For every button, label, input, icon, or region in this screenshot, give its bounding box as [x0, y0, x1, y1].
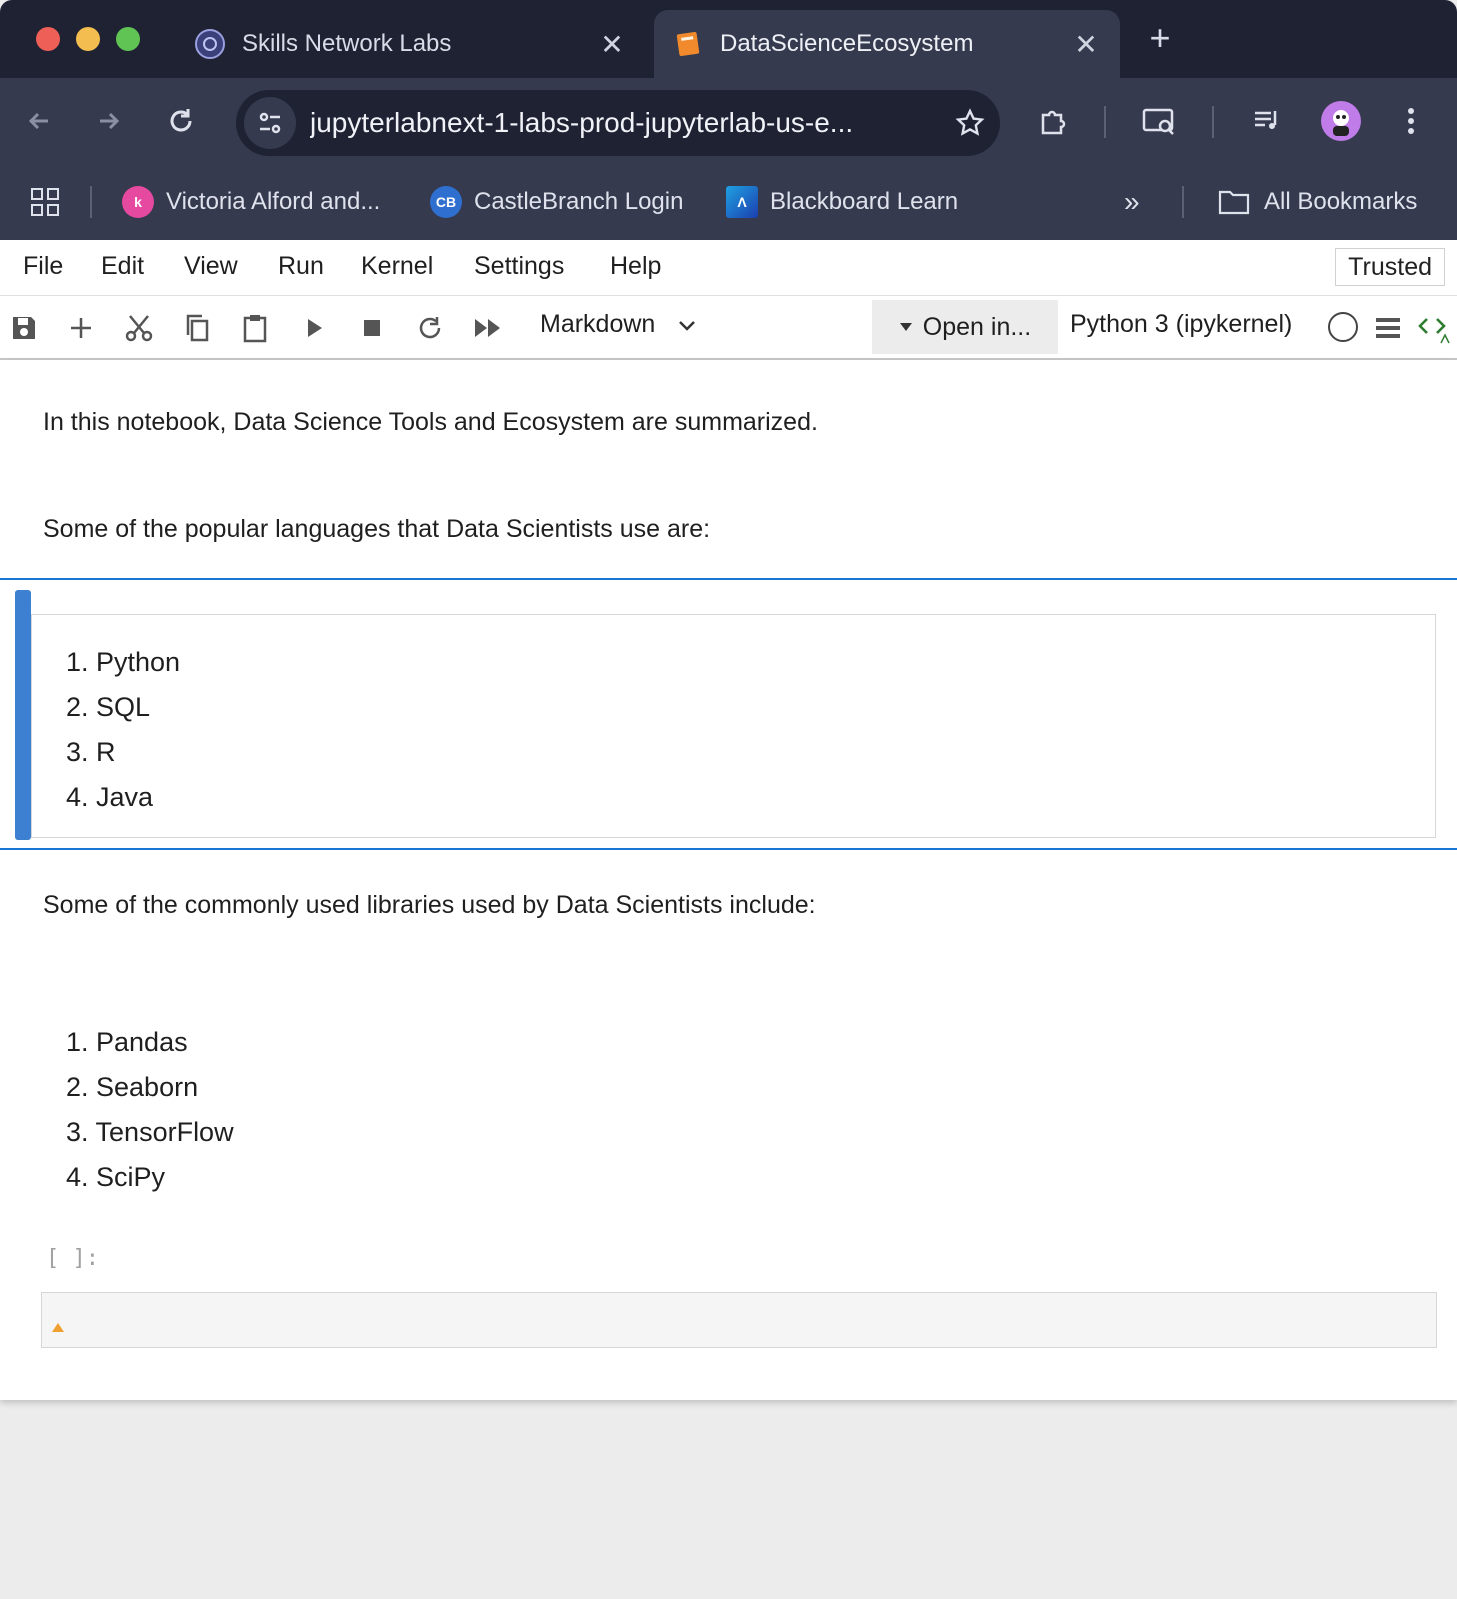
menu-run[interactable]: Run — [278, 252, 324, 281]
menu-edit[interactable]: Edit — [101, 252, 144, 281]
bookmarks-separator — [90, 186, 92, 218]
caret-down-icon — [899, 322, 913, 332]
cut-icon[interactable] — [119, 308, 159, 348]
property-inspector-icon[interactable] — [1368, 308, 1408, 348]
folder-icon — [1218, 188, 1250, 216]
markdown-libraries-heading: Some of the commonly used libraries used… — [43, 891, 816, 919]
list-item: 2. Seaborn — [66, 1072, 199, 1102]
tab-datascienceecosystem[interactable]: DataScienceEcosystem ✕ — [654, 10, 1120, 78]
media-controls-icon[interactable] — [1244, 98, 1290, 144]
search-tabs-icon[interactable] — [1136, 98, 1182, 144]
list-item: 4. SciPy — [66, 1162, 166, 1192]
code-brackets-icon[interactable] — [1416, 308, 1452, 348]
notebook-panel: In this notebook, Data Science Tools and… — [0, 360, 1457, 1400]
copy-icon[interactable] — [177, 308, 217, 348]
maximize-window-button[interactable] — [116, 27, 140, 51]
open-in-label: Open in... — [922, 312, 1032, 341]
all-bookmarks-button[interactable]: All Bookmarks — [1218, 178, 1417, 226]
menu-help[interactable]: Help — [610, 252, 661, 281]
menu-kernel[interactable]: Kernel — [361, 252, 433, 281]
markdown-intro: In this notebook, Data Science Tools and… — [43, 408, 818, 436]
kernel-name[interactable]: Python 3 (ipykernel) — [1070, 310, 1292, 339]
bookmark-blackboard-learn[interactable]: Λ Blackboard Learn — [726, 178, 958, 226]
cell-type-label: Markdown — [540, 310, 656, 338]
list-item: 3. R — [66, 737, 116, 767]
menu-file[interactable]: File — [23, 252, 63, 281]
languages-list: 1. Python 2. SQL 3. R 4. Java — [66, 640, 180, 820]
notebook-toolbar: Markdown Open in... Python 3 (ipykernel) — [0, 296, 1457, 360]
markdown-cell-editor[interactable] — [31, 614, 1436, 838]
paste-icon[interactable] — [235, 308, 275, 348]
address-bar[interactable]: jupyterlabnext-1-labs-prod-jupyterlab-us… — [236, 90, 1000, 156]
active-markdown-cell[interactable]: 1. Python 2. SQL 3. R 4. Java — [0, 578, 1457, 850]
close-tab-icon[interactable]: ✕ — [592, 28, 632, 61]
bookmarks-bar: k Victoria Alford and... CB CastleBranch… — [0, 164, 1457, 240]
libraries-list: 1. Pandas 2. Seaborn 3. TensorFlow 4. Sc… — [66, 1020, 234, 1200]
extensions-icon[interactable] — [1030, 98, 1076, 144]
run-icon[interactable] — [294, 308, 334, 348]
bookmark-castlebranch-login[interactable]: CB CastleBranch Login — [430, 178, 683, 226]
reload-icon[interactable] — [158, 98, 204, 144]
open-in-button[interactable]: Open in... — [872, 300, 1058, 354]
restart-icon[interactable] — [410, 308, 450, 348]
tab-title: DataScienceEcosystem — [720, 30, 974, 57]
castlebranch-icon: CB — [430, 186, 462, 218]
add-cell-icon[interactable] — [61, 308, 101, 348]
minimize-window-button[interactable] — [76, 27, 100, 51]
cell-type-select[interactable]: Markdown — [540, 310, 697, 339]
close-tab-icon[interactable]: ✕ — [1066, 28, 1106, 61]
more-bookmarks-icon[interactable]: » — [1124, 178, 1140, 226]
tab-title: Skills Network Labs — [242, 30, 452, 57]
code-cell-editor[interactable] — [41, 1292, 1437, 1348]
chevron-down-icon — [677, 318, 697, 332]
url-text: jupyterlabnext-1-labs-prod-jupyterlab-us… — [310, 107, 854, 138]
bookmark-label: Victoria Alford and... — [166, 188, 381, 215]
markdown-languages-heading: Some of the popular languages that Data … — [43, 515, 711, 543]
browser-chrome: Skills Network Labs ✕ DataScienceEcosyst… — [0, 0, 1457, 240]
cell-collapser[interactable] — [15, 590, 31, 840]
apps-grid-icon[interactable] — [30, 178, 60, 226]
tab-skills-network-labs[interactable]: Skills Network Labs ✕ — [176, 10, 646, 78]
list-item: 1. Pandas — [66, 1027, 188, 1057]
menu-bar: File Edit View Run Kernel Settings Help … — [0, 240, 1457, 296]
bookmark-victoria-alford[interactable]: k Victoria Alford and... — [122, 178, 380, 226]
all-bookmarks-label: All Bookmarks — [1264, 188, 1418, 215]
bookmark-star-icon[interactable] — [940, 108, 1000, 138]
back-icon[interactable] — [16, 98, 62, 144]
stop-icon[interactable] — [352, 308, 392, 348]
kernel-status-icon — [1328, 312, 1358, 342]
bookmark-label: CastleBranch Login — [474, 188, 684, 215]
trusted-indicator[interactable]: Trusted — [1335, 248, 1445, 286]
toolbar-separator — [1104, 106, 1106, 138]
list-item: 4. Java — [66, 782, 154, 812]
list-item: 2. SQL — [66, 692, 151, 722]
more-options-icon[interactable] — [1388, 98, 1434, 144]
browser-toolbar: jupyterlabnext-1-labs-prod-jupyterlab-us… — [0, 78, 1457, 164]
site-info-icon[interactable] — [244, 97, 296, 149]
notebook-icon — [672, 28, 704, 60]
close-window-button[interactable] — [36, 27, 60, 51]
list-item: 1. Python — [66, 647, 181, 677]
profile-avatar[interactable] — [1318, 98, 1364, 144]
code-cell-prompt: [ ]: — [46, 1246, 99, 1271]
bookmarks-separator — [1182, 186, 1184, 218]
skills-network-icon — [194, 28, 226, 60]
forward-icon[interactable] — [86, 98, 132, 144]
warning-triangle-icon — [52, 1323, 64, 1332]
list-item: 3. TensorFlow — [66, 1117, 234, 1147]
victoria-icon: k — [122, 186, 154, 218]
toolbar-separator — [1212, 106, 1214, 138]
menu-view[interactable]: View — [184, 252, 238, 281]
bookmark-label: Blackboard Learn — [770, 188, 959, 215]
run-all-icon[interactable] — [468, 308, 508, 348]
tab-strip: Skills Network Labs ✕ DataScienceEcosyst… — [0, 0, 1457, 78]
menu-settings[interactable]: Settings — [474, 252, 564, 281]
new-tab-icon[interactable]: + — [1140, 18, 1180, 58]
save-icon[interactable] — [4, 308, 44, 348]
blackboard-icon: Λ — [726, 186, 758, 218]
